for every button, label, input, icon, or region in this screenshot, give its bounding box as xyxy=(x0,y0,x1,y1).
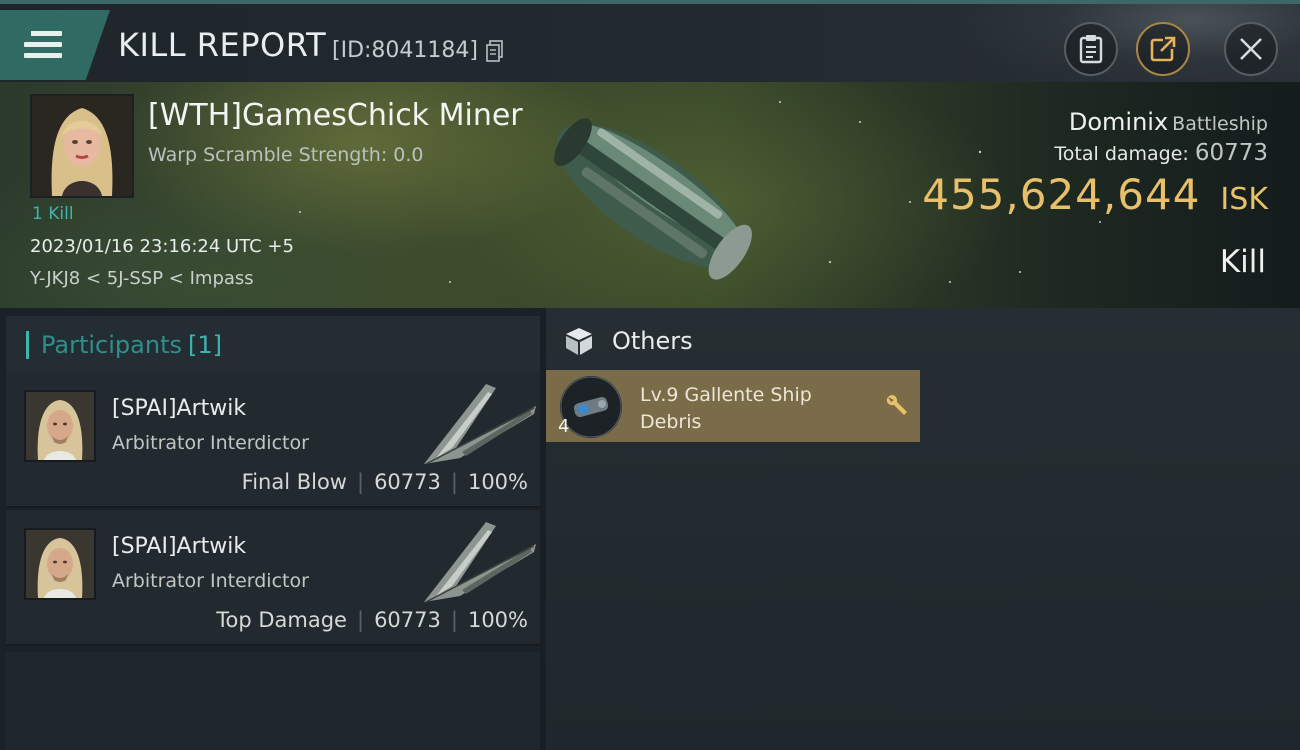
participant-avatar xyxy=(26,392,94,460)
participant-ship-image xyxy=(424,522,536,603)
participant-percent: 100% xyxy=(467,608,528,632)
menu-button[interactable] xyxy=(0,10,110,80)
participant-row[interactable]: [SPAI]Artwik Arbitrator Interdictor Top … xyxy=(6,510,540,646)
wrench-icon[interactable] xyxy=(884,394,910,418)
participant-name: [SPAI]Artwik xyxy=(112,396,247,421)
participant-ship: Arbitrator Interdictor xyxy=(112,432,309,454)
clipboard-button[interactable] xyxy=(1064,22,1118,76)
victim-ship-class: Battleship xyxy=(1172,113,1268,135)
total-damage-value: 60773 xyxy=(1194,140,1268,166)
isk-amount: 455,624,644 xyxy=(922,170,1201,219)
clipboard-icon xyxy=(1079,35,1103,64)
participants-empty-area xyxy=(6,652,540,750)
isk-currency: ISK xyxy=(1220,182,1268,217)
participant-damage: 60773 xyxy=(374,470,441,494)
page-title: KILL REPORT xyxy=(118,26,327,64)
participant-stats: Top Damage | 60773 | 100% xyxy=(216,608,528,632)
hamburger-icon xyxy=(24,31,62,59)
victim-ship-image xyxy=(554,118,752,280)
participant-ship-image xyxy=(424,384,536,465)
participants-header[interactable]: Participants [1] xyxy=(6,316,540,374)
debris-name: Lv.9 Gallente Ship Debris xyxy=(640,384,812,433)
participant-role: Final Blow xyxy=(241,470,347,494)
participants-accent-bar xyxy=(26,331,29,359)
victim-ship-name[interactable]: Dominix xyxy=(1069,108,1168,136)
participant-row[interactable]: [SPAI]Artwik Arbitrator Interdictor Fina… xyxy=(6,372,540,508)
participant-name: [SPAI]Artwik xyxy=(112,534,247,559)
share-button[interactable] xyxy=(1136,22,1190,76)
report-id: [ID:8041184] xyxy=(332,38,478,63)
close-icon xyxy=(1240,38,1262,60)
others-header: Others xyxy=(564,326,693,356)
participant-damage: 60773 xyxy=(374,608,441,632)
participant-portrait[interactable] xyxy=(24,528,96,600)
participant-ship: Arbitrator Interdictor xyxy=(112,570,309,592)
debris-quantity: 4 xyxy=(558,416,570,437)
others-label: Others xyxy=(612,327,693,355)
victim-name[interactable]: [WTH]GamesChick Miner xyxy=(148,98,523,133)
others-panel: Others 4 Lv.9 Gallente Ship Debris xyxy=(546,308,1300,750)
victim-ship: Dominix Battleship xyxy=(1069,108,1268,136)
kill-location: Y-JKJ8 < 5J-SSP < Impass xyxy=(30,268,254,289)
participant-portrait[interactable] xyxy=(24,390,96,462)
total-damage-label: Total damage: xyxy=(1054,143,1189,165)
top-bar: KILL REPORT [ID:8041184] xyxy=(0,0,1300,82)
participants-count: [1] xyxy=(187,331,222,359)
participants-panel: Participants [1] [SPAI]Artwik Arbitrator… xyxy=(0,308,540,750)
kill-timestamp: 2023/01/16 23:16:24 UTC +5 xyxy=(30,236,294,257)
victim-portrait[interactable] xyxy=(30,94,134,198)
share-icon xyxy=(1150,36,1176,62)
participant-stats: Final Blow | 60773 | 100% xyxy=(241,470,528,494)
participant-percent: 100% xyxy=(467,470,528,494)
victim-banner: [WTH]GamesChick Miner Warp Scramble Stre… xyxy=(0,82,1300,308)
warp-scramble-strength: Warp Scramble Strength: 0.0 xyxy=(148,144,424,166)
close-button[interactable] xyxy=(1224,22,1278,76)
victim-avatar xyxy=(32,96,132,196)
isk-value-line: 455,624,644 ISK xyxy=(922,170,1268,219)
cube-icon xyxy=(566,328,592,355)
kill-count: 1 Kill xyxy=(32,204,74,224)
copy-icon[interactable] xyxy=(486,40,504,62)
kill-type: Kill xyxy=(1219,244,1266,280)
participant-role: Top Damage xyxy=(216,608,347,632)
participant-avatar xyxy=(26,530,94,598)
participants-label: Participants xyxy=(41,331,182,359)
total-damage: Total damage: 60773 xyxy=(1054,140,1268,166)
debris-item[interactable]: 4 Lv.9 Gallente Ship Debris xyxy=(546,370,920,442)
